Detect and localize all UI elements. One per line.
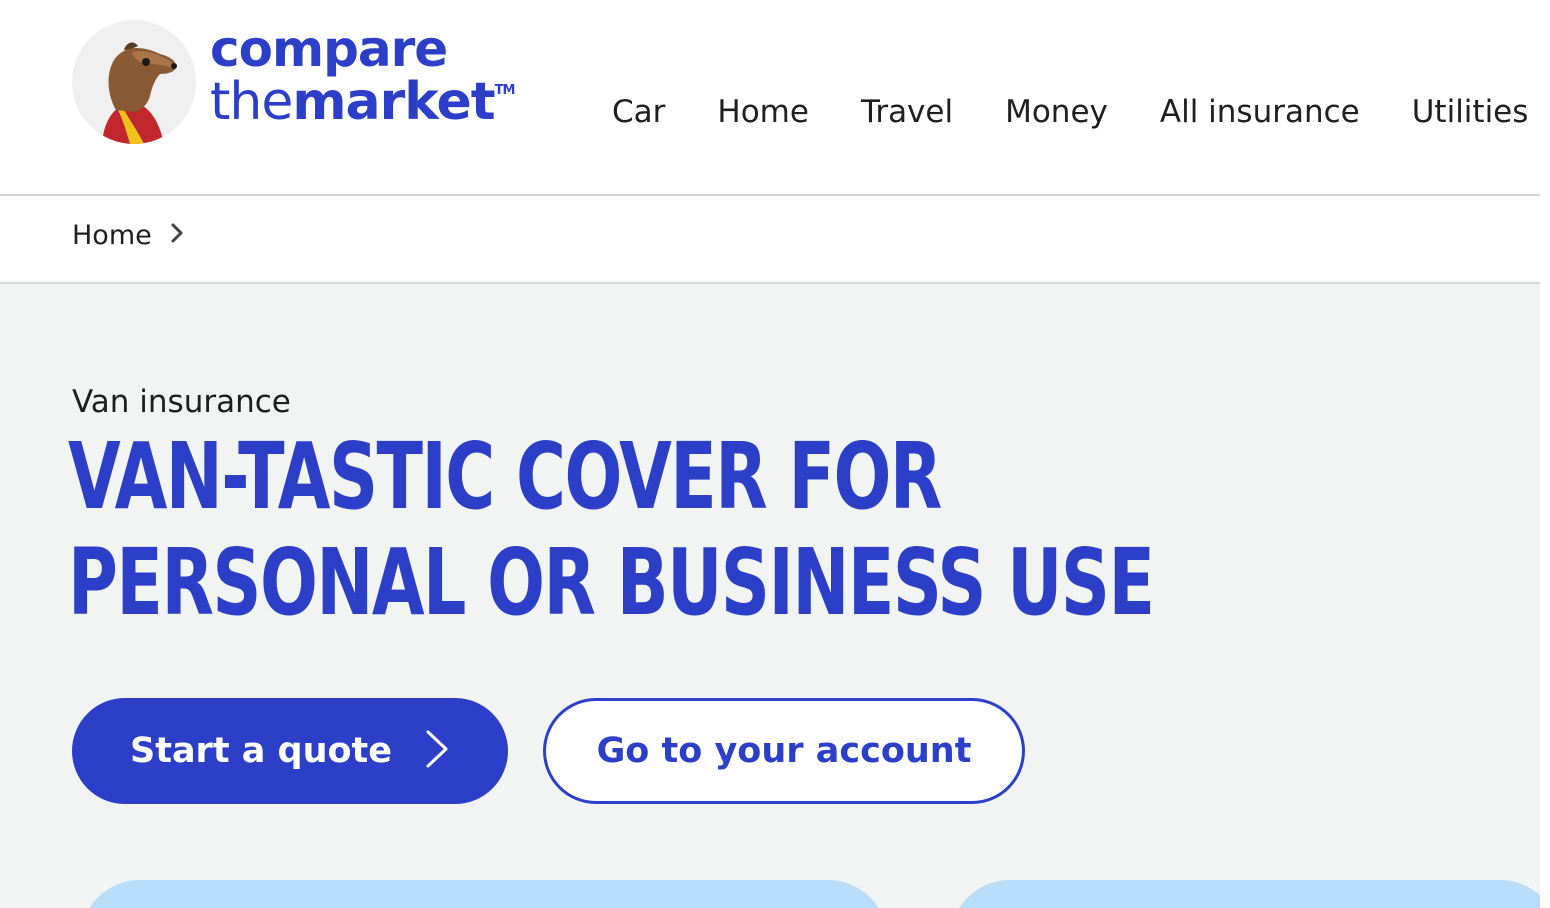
chevron-right-icon [170,220,184,251]
info-card [80,880,888,908]
nav-item-all-insurance[interactable]: All insurance [1160,94,1360,130]
meerkat-icon[interactable] [72,20,196,144]
breadcrumb-home[interactable]: Home [72,220,184,251]
start-quote-label: Start a quote [130,731,393,771]
brand-the: the [210,72,293,132]
start-quote-button[interactable]: Start a quote [72,698,508,804]
page-edge [1540,0,1550,908]
brand-market: market [292,72,495,132]
breadcrumb-home-label: Home [72,220,152,251]
breadcrumb: Home [0,198,1540,284]
nav-item-money[interactable]: Money [1005,94,1108,130]
go-to-account-button[interactable]: Go to your account [543,698,1025,804]
chevron-right-icon [424,729,450,773]
page-title-line-2: PERSONAL OR BUSINESS USE [68,529,1155,636]
nav-item-utilities[interactable]: Utilities [1412,94,1529,130]
page-title-line-1: VAN-TASTIC COVER FOR [68,423,942,530]
nav-item-home[interactable]: Home [717,94,809,130]
page-title: VAN-TASTIC COVER FOR PERSONAL OR BUSINES… [68,423,1155,636]
brand-trademark: TM [494,83,516,98]
nav-item-car[interactable]: Car [612,94,665,130]
brand-compare: compare [210,20,448,78]
info-card [950,880,1550,908]
site-header: compare themarketTM Car Home Travel Mone… [0,0,1540,196]
page-eyebrow: Van insurance [72,384,291,420]
go-to-account-label: Go to your account [596,731,972,771]
main-nav: Car Home Travel Money All insurance Util… [612,94,1550,130]
brand-logo[interactable]: compare themarketTM [210,20,516,128]
hero-section: Van insurance VAN-TASTIC COVER FOR PERSO… [0,284,1550,908]
brand-themarket: themarketTM [210,76,516,128]
nav-item-travel[interactable]: Travel [861,94,953,130]
